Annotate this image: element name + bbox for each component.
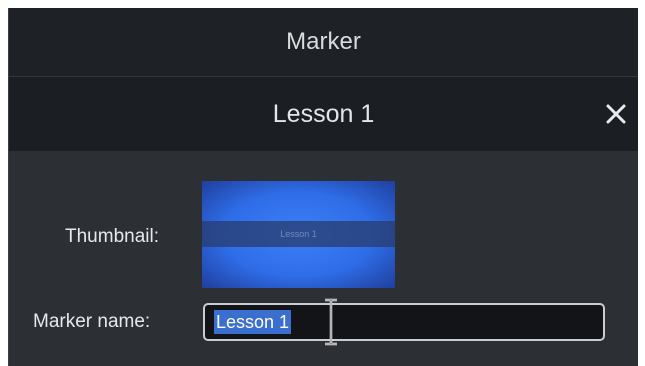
marker-name-value: Lesson 1 (214, 310, 292, 334)
thumbnail-label: Thumbnail: (65, 226, 159, 247)
text-cursor-icon (325, 298, 337, 346)
thumbnail-caption: Lesson 1 (280, 229, 317, 239)
marker-name-label: Marker name: (33, 311, 151, 332)
marker-title-bar: Lesson 1 (9, 77, 638, 151)
marker-form: Thumbnail: Lesson 1 Marker name: Lesson … (9, 151, 638, 366)
thumbnail-preview[interactable]: Lesson 1 (202, 181, 395, 288)
close-icon[interactable] (602, 100, 630, 128)
panel-title: Marker (286, 28, 361, 55)
thumbnail-caption-band: Lesson 1 (202, 221, 395, 247)
marker-title: Lesson 1 (272, 99, 375, 128)
marker-panel: Marker Lesson 1 Thumbnail: Lesson 1 Mark… (8, 8, 638, 366)
panel-header: Marker (9, 8, 638, 77)
marker-name-input[interactable]: Lesson 1 (203, 303, 605, 341)
